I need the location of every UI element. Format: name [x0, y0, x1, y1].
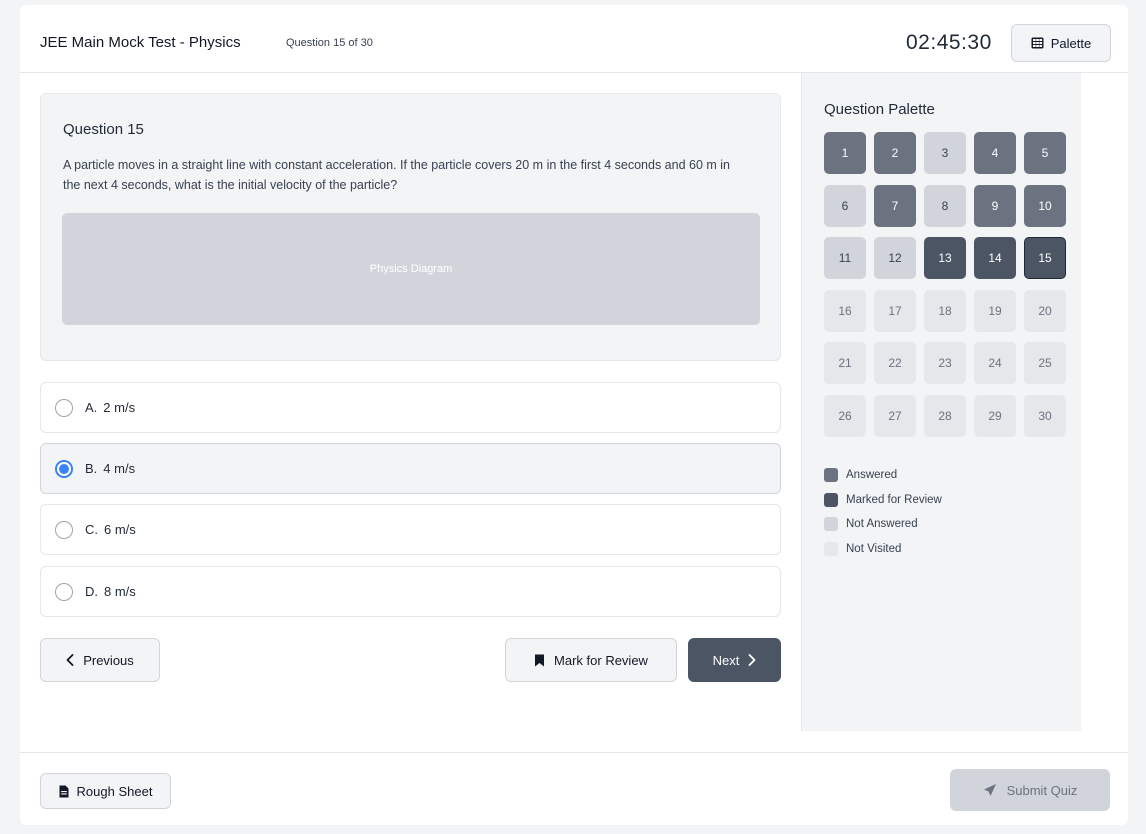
palette-cell-14[interactable]: 14 — [974, 237, 1016, 279]
option-c-text: 6 m/s — [104, 522, 136, 537]
palette-cell-18[interactable]: 18 — [924, 289, 966, 332]
question-text: A particle moves in a straight line with… — [63, 158, 730, 192]
option-b-text: 4 m/s — [103, 461, 136, 476]
option-c-label: C. — [85, 522, 98, 537]
palette-cell-26[interactable]: 26 — [824, 394, 866, 437]
palette-cell-25[interactable]: 25 — [1024, 342, 1066, 384]
option-a-text: 2 m/s — [103, 400, 136, 415]
previous-button[interactable]: Previous — [40, 638, 160, 682]
legend-swatch — [824, 492, 838, 507]
submit-quiz-label: Submit Quiz — [1006, 782, 1078, 798]
palette-cell-15[interactable]: 15 — [1024, 237, 1066, 279]
diagram-label: Physics Diagram — [369, 263, 453, 275]
question-counter: Question 15 of 30 — [286, 37, 373, 49]
option-d-label: D. — [85, 584, 98, 599]
chevron-left-icon — [66, 654, 74, 666]
palette-cell-19[interactable]: 19 — [974, 289, 1016, 332]
document-icon — [59, 785, 69, 798]
palette-cell-27[interactable]: 27 — [874, 394, 916, 437]
quiz-app: JEE Main Mock Test - Physics Question 15… — [20, 5, 1128, 825]
option-a[interactable]: A. 2 m/s — [40, 382, 781, 433]
palette-cell-6[interactable]: 6 — [824, 184, 866, 227]
grid-icon — [1031, 37, 1044, 49]
palette-cell-24[interactable]: 24 — [974, 342, 1016, 384]
legend-item: Marked for Review — [824, 488, 942, 513]
footer: Rough Sheet Submit Quiz — [20, 752, 1128, 825]
palette-cell-5[interactable]: 5 — [1024, 132, 1066, 174]
submit-quiz-button[interactable]: Submit Quiz — [950, 769, 1110, 811]
palette-button-label: Palette — [1050, 35, 1092, 51]
palette-cell-1[interactable]: 1 — [824, 132, 866, 174]
palette-grid: 1 2 3 4 5 6 7 8 9 10 11 12 13 14 15 16 17 18 19 20 21 22 23 24 2… — [824, 132, 1066, 437]
palette-cell-30[interactable]: 30 — [1024, 394, 1066, 437]
legend-swatch — [824, 517, 838, 532]
page-title: JEE Main Mock Test - Physics — [40, 34, 241, 51]
palette-cell-28[interactable]: 28 — [924, 394, 966, 437]
palette-cell-4[interactable]: 4 — [974, 132, 1016, 174]
question-heading: Question 15 — [63, 121, 144, 138]
palette-cell-7[interactable]: 7 — [874, 184, 916, 227]
palette-cell-12[interactable]: 12 — [874, 237, 916, 279]
chevron-right-icon — [748, 654, 756, 666]
palette-cell-9[interactable]: 9 — [974, 184, 1016, 227]
palette-cell-10[interactable]: 10 — [1024, 184, 1066, 227]
palette-cell-21[interactable]: 21 — [824, 342, 866, 384]
option-b-label: B. — [85, 461, 98, 476]
rough-sheet-button[interactable]: Rough Sheet — [40, 773, 171, 809]
option-c[interactable]: C. 6 m/s — [40, 504, 781, 555]
legend-swatch — [824, 468, 838, 483]
header: JEE Main Mock Test - Physics Question 15… — [20, 5, 1128, 73]
palette-cell-29[interactable]: 29 — [974, 394, 1016, 437]
question-palette-panel: Question Palette 1 2 3 4 5 6 7 8 9 10 11 12 13 14 15 16… — [801, 73, 1081, 731]
send-icon — [983, 783, 997, 797]
option-d-text: 8 m/s — [104, 584, 136, 599]
mark-for-review-button[interactable]: Mark for Review — [505, 638, 677, 682]
legend-label: Not Answered — [846, 518, 918, 531]
legend-swatch — [824, 541, 838, 556]
physics-diagram: Physics Diagram — [62, 213, 760, 325]
legend-item: Answered — [824, 463, 942, 488]
palette-cell-22[interactable]: 22 — [874, 342, 916, 384]
option-d-radio[interactable] — [55, 582, 73, 601]
option-c-radio[interactable] — [55, 520, 73, 539]
palette-cell-20[interactable]: 20 — [1024, 289, 1066, 332]
legend-item: Not Answered — [824, 512, 942, 537]
option-a-radio[interactable] — [55, 398, 73, 417]
rough-sheet-label: Rough Sheet — [76, 783, 153, 799]
palette-legend: Answered Marked for Review Not Answered Not… — [824, 463, 942, 561]
next-button[interactable]: Next — [688, 638, 781, 682]
legend-label: Answered — [846, 469, 898, 482]
option-b-radio[interactable] — [55, 459, 73, 478]
previous-button-label: Previous — [83, 652, 134, 668]
mark-for-review-label: Mark for Review — [554, 652, 648, 668]
question-card: Question 15 A particle moves in a straig… — [40, 93, 781, 361]
palette-cell-3[interactable]: 3 — [924, 132, 966, 174]
palette-cell-8[interactable]: 8 — [924, 184, 966, 227]
palette-cell-2[interactable]: 2 — [874, 132, 916, 174]
legend-label: Not Visited — [846, 542, 902, 555]
palette-title: Question Palette — [824, 101, 935, 118]
palette-cell-16[interactable]: 16 — [824, 289, 866, 332]
palette-cell-13[interactable]: 13 — [924, 237, 966, 279]
palette-cell-17[interactable]: 17 — [874, 289, 916, 332]
palette-cell-23[interactable]: 23 — [924, 342, 966, 384]
legend-label: Marked for Review — [846, 493, 942, 506]
legend-item: Not Visited — [824, 537, 942, 562]
next-button-label: Next — [712, 652, 740, 668]
option-a-label: A. — [85, 400, 98, 415]
bookmark-icon — [534, 654, 545, 667]
countdown-timer: 02:45:30 — [906, 31, 992, 54]
palette-cell-11[interactable]: 11 — [824, 237, 866, 279]
option-b[interactable]: B. 4 m/s — [40, 443, 781, 494]
option-d[interactable]: D. 8 m/s — [40, 566, 781, 617]
palette-button[interactable]: Palette — [1011, 24, 1111, 62]
